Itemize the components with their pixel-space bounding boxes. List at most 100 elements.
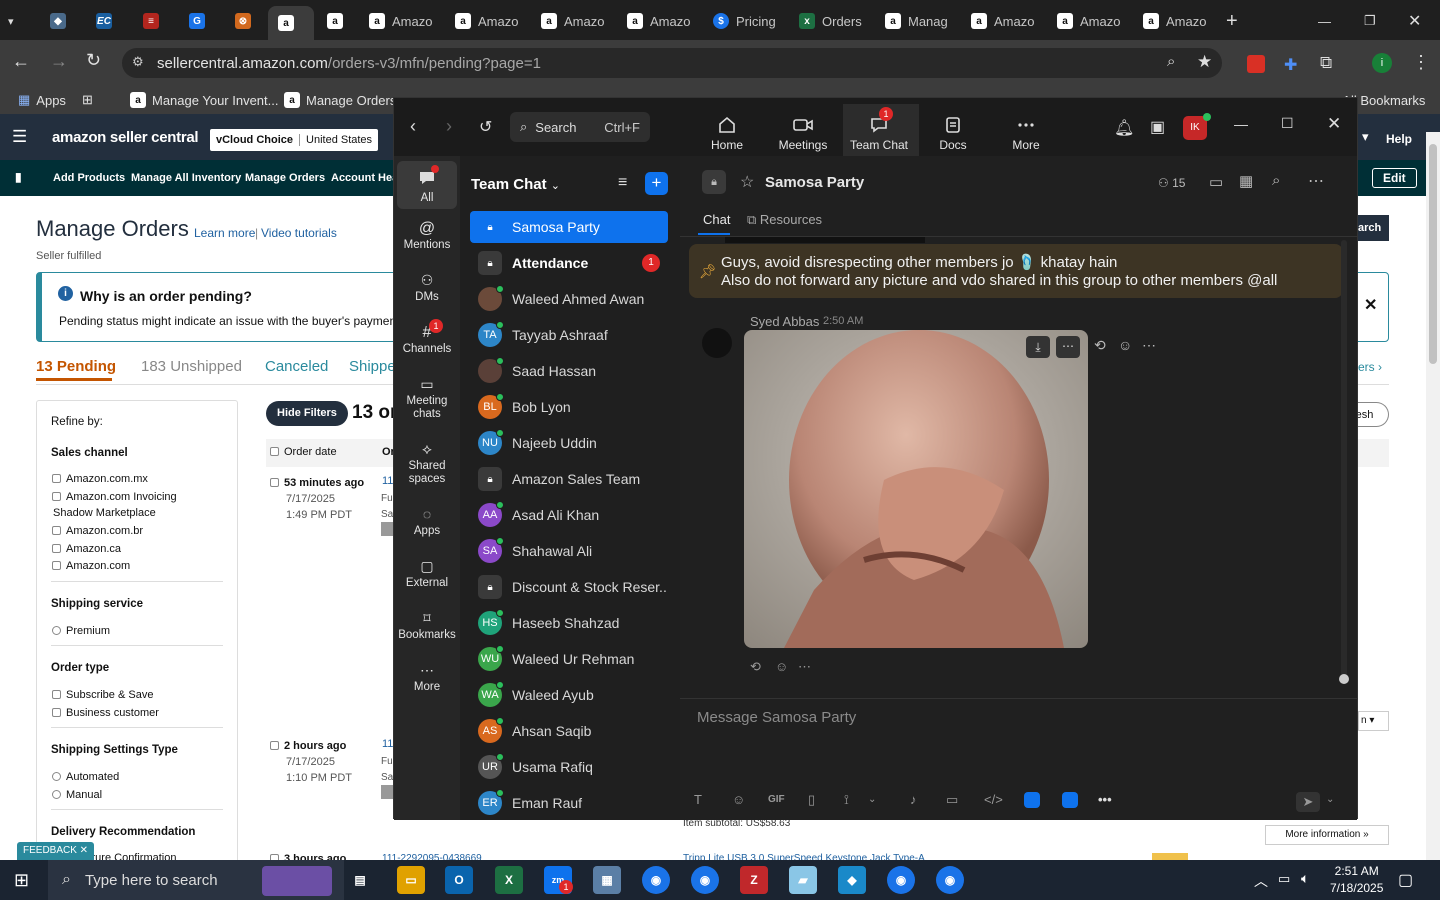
zoom-app-icon-2[interactable] xyxy=(1062,792,1078,808)
back-arrow-icon[interactable]: ‹ xyxy=(410,116,416,137)
chrome-profile-icon-2[interactable]: ◉ xyxy=(936,866,964,894)
new-tab-button[interactable]: + xyxy=(1226,8,1238,34)
restore-window-button[interactable]: ❐ xyxy=(1364,8,1376,34)
filter-subscribe-save[interactable]: Subscribe & Save xyxy=(52,689,153,701)
order-date-col[interactable]: Order date xyxy=(270,446,337,458)
browser-tab[interactable]: ≡ xyxy=(143,8,159,34)
app-diamond-icon[interactable]: ◆ xyxy=(838,866,866,894)
site-info-icon[interactable]: ⚙ xyxy=(132,54,144,70)
chrome-icon[interactable]: ◉ xyxy=(642,866,670,894)
chat-list-item[interactable]: AA Asad Ali Khan xyxy=(470,499,668,531)
bookmark-star-icon[interactable]: ★ xyxy=(1197,52,1212,72)
filter-amazon-invoicing[interactable]: Amazon.com Invoicing xyxy=(52,491,177,503)
row-select-dropdown[interactable]: n ▾ xyxy=(1358,711,1389,731)
notification-center-icon[interactable]: ▢ xyxy=(1398,870,1413,890)
text-format-icon[interactable]: T xyxy=(694,792,702,807)
select-all-checkbox[interactable] xyxy=(270,447,279,456)
nav-manage-orders[interactable]: Manage Orders xyxy=(245,172,325,184)
windows-start-icon[interactable]: ⊞ xyxy=(14,870,29,891)
filter-amazon-ca[interactable]: Amazon.ca xyxy=(52,543,121,555)
zoom-minimize-button[interactable]: — xyxy=(1234,116,1248,132)
nav-manage-inventory[interactable]: Manage All Inventory xyxy=(131,172,241,184)
edit-nav-button[interactable]: Edit xyxy=(1372,168,1417,188)
order-row[interactable]: 53 minutes ago 7/17/2025 1:49 PM PDT xyxy=(270,475,364,523)
shared-image[interactable]: ⤓ ⋯ xyxy=(744,330,1088,648)
microphone-icon[interactable]: ♪ xyxy=(910,792,917,807)
profile-avatar[interactable]: i xyxy=(1372,53,1392,73)
image-more-icon[interactable]: ⋯ xyxy=(1056,336,1080,358)
row-checkbox[interactable] xyxy=(270,478,279,487)
chat-list-item[interactable]: BL Bob Lyon xyxy=(470,391,668,423)
members-count[interactable]: ⚇ 15 xyxy=(1158,176,1185,190)
chat-scrollbar[interactable] xyxy=(1339,240,1349,684)
chrome-icon-2[interactable]: ◉ xyxy=(691,866,719,894)
browser-tab[interactable]: a Amazo xyxy=(1143,8,1207,34)
hide-filters-button[interactable]: Hide Filters xyxy=(266,401,348,426)
back-button[interactable]: ← xyxy=(12,51,30,72)
extension-puzzle-blue-icon[interactable]: ✚ xyxy=(1284,55,1297,75)
gif-icon[interactable]: GIF xyxy=(768,794,785,805)
browser-tab[interactable]: a Amazo xyxy=(971,8,1035,34)
radio[interactable] xyxy=(52,626,61,635)
chrome-menu-icon[interactable]: ⋮ xyxy=(1412,52,1430,73)
new-chat-button[interactable]: + xyxy=(645,172,668,195)
feedback-tab[interactable]: FEEDBACK ✕ xyxy=(17,842,95,860)
chat-list-item[interactable]: SA Shahawal Ali xyxy=(470,535,668,567)
minimize-window-button[interactable]: — xyxy=(1318,8,1331,34)
help-link[interactable]: Help xyxy=(1386,132,1412,146)
browser-tab[interactable]: a Manag xyxy=(885,8,949,34)
filter-amazon-br[interactable]: Amazon.com.br xyxy=(52,525,143,537)
checkbox[interactable] xyxy=(52,492,61,501)
taskbar-search-box[interactable]: ⌕ Type here to search xyxy=(48,860,344,900)
send-button[interactable]: ➤ xyxy=(1296,792,1320,812)
nav-add-products[interactable]: Add Products xyxy=(53,172,125,184)
send-options-icon[interactable]: ⌄ xyxy=(1326,794,1334,805)
bookmark-item[interactable]: a Manage Orders xyxy=(284,92,396,108)
bookmark-grid[interactable]: ⊞ xyxy=(82,92,93,108)
zoom-app-icon[interactable] xyxy=(1024,792,1040,808)
checkbox[interactable] xyxy=(52,561,61,570)
tab-home[interactable]: Home xyxy=(692,116,762,152)
browser-tab[interactable]: G xyxy=(189,8,205,34)
rail-channels[interactable]: # Channels xyxy=(397,325,457,356)
screenshot-icon[interactable]: ⟟ xyxy=(844,792,849,808)
chat-title[interactable]: Samosa Party xyxy=(765,174,864,191)
page-scrollbar[interactable] xyxy=(1426,132,1440,860)
rail-shared-spaces[interactable]: ⟡ Shared spaces xyxy=(397,442,457,486)
tab-more[interactable]: More xyxy=(991,116,1061,152)
tab-unshipped[interactable]: 183 Unshipped xyxy=(141,358,242,375)
schedule-icon[interactable]: ▦ xyxy=(1239,172,1253,190)
browser-tab[interactable]: x Orders xyxy=(799,8,863,34)
rail-bookmarks[interactable]: ⌑ Bookmarks xyxy=(397,611,457,642)
checkbox[interactable] xyxy=(52,544,61,553)
tab-pending[interactable]: 13 Pending xyxy=(36,358,116,375)
order-row[interactable]: 2 hours ago 7/17/2025 1:10 PM PDT xyxy=(270,738,352,786)
chat-list-item[interactable]: AS Ahsan Saqib xyxy=(470,715,668,747)
network-icon[interactable]: ▭ xyxy=(1278,871,1290,887)
chrome-profile-icon[interactable]: ◉ xyxy=(887,866,915,894)
filter-amazon-com[interactable]: Amazon.com xyxy=(52,560,130,572)
store-switcher[interactable]: vCloud Choice United States xyxy=(210,129,379,151)
tab-meetings[interactable]: Meetings xyxy=(768,116,838,152)
scroll-thumb[interactable] xyxy=(1339,674,1349,684)
tab-search-button[interactable]: ▾ xyxy=(8,8,32,34)
whiteboard-icon[interactable]: ▣ xyxy=(1150,117,1165,137)
tray-chevron-icon[interactable]: ︿ xyxy=(1254,871,1268,891)
extension-arrow-icon[interactable] xyxy=(1247,55,1265,73)
checkbox[interactable] xyxy=(52,526,61,535)
video-call-icon[interactable]: ▭ xyxy=(1209,173,1223,191)
bookmark-apps[interactable]: ▦ Apps xyxy=(18,92,66,108)
message-more-icon[interactable]: ⋯ xyxy=(1142,337,1156,354)
download-icon[interactable]: ⤓ xyxy=(1026,336,1050,358)
tab-resources[interactable]: ⧉ Resources xyxy=(747,212,822,228)
row-checkbox[interactable] xyxy=(270,741,279,750)
chat-list-item[interactable]: ER Eman Rauf xyxy=(470,787,668,819)
tab-team-chat[interactable]: Team Chat xyxy=(844,116,914,152)
forward-button[interactable]: → xyxy=(50,51,68,72)
bookmark-nav-icon[interactable]: ▮ xyxy=(15,170,22,184)
chat-list-item[interactable]: NU Najeeb Uddin xyxy=(470,427,668,459)
chat-list-item[interactable]: UR Usama Rafiq xyxy=(470,751,668,783)
screenshot-dropdown-icon[interactable]: ⌄ xyxy=(868,794,876,805)
rail-external[interactable]: ▢ External xyxy=(397,559,457,590)
browser-tab[interactable]: a xyxy=(327,8,343,34)
